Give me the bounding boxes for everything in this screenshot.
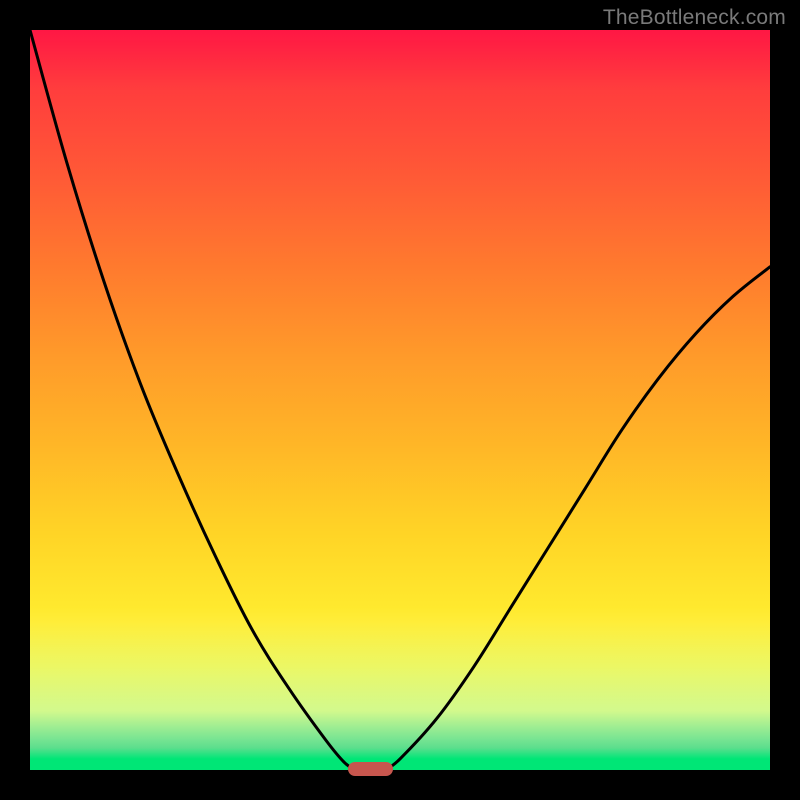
curve-left-branch bbox=[30, 30, 356, 770]
minimum-marker bbox=[348, 762, 392, 776]
bottleneck-curve bbox=[30, 30, 770, 770]
curve-right-branch bbox=[385, 267, 770, 770]
chart-frame: TheBottleneck.com bbox=[0, 0, 800, 800]
watermark-text: TheBottleneck.com bbox=[603, 6, 786, 30]
plot-area bbox=[30, 30, 770, 770]
